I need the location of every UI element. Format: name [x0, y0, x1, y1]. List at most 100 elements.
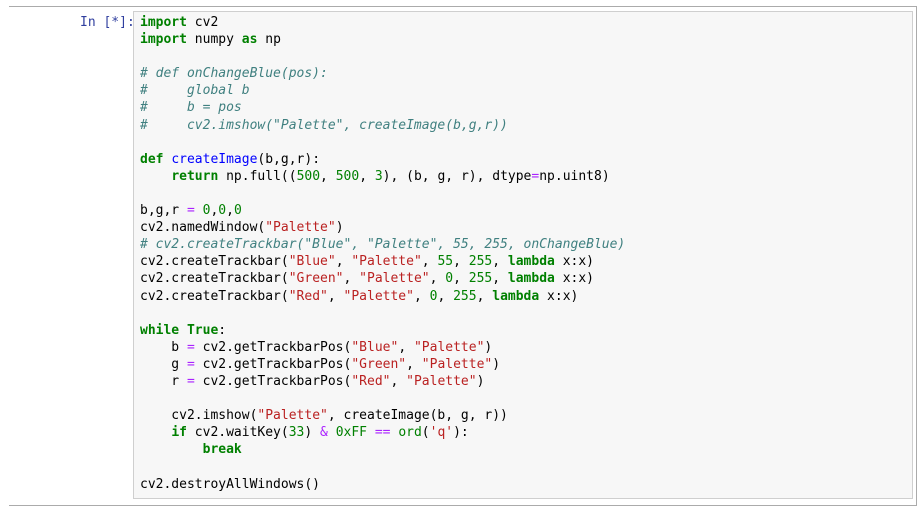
code-line: cv2.createTrackbar("Blue", "Palette", 55…: [140, 253, 625, 270]
code-token: ,: [453, 271, 469, 287]
code-token: "Blue": [288, 254, 336, 270]
code-line: b = cv2.getTrackbarPos("Blue", "Palette"…: [140, 339, 625, 356]
code-token: ,: [492, 254, 508, 270]
code-token: np.full((: [218, 168, 297, 184]
code-token: # cv2.imshow("Palette", createImage(b,g,…: [140, 117, 508, 133]
code-token: ):: [453, 425, 469, 441]
code-token: ): [304, 425, 321, 441]
code-token: ,: [226, 203, 234, 219]
code-token: b,g,r: [140, 203, 187, 219]
code-token: "Palette": [359, 271, 430, 287]
code-token: 0: [218, 203, 227, 219]
code-token: while: [140, 322, 180, 338]
code-token: ,: [390, 373, 407, 389]
code-line: cv2.namedWindow("Palette"): [140, 219, 625, 236]
code-token: 33: [288, 425, 305, 441]
code-line: cv2.imshow("Palette", createImage(b, g, …: [140, 407, 625, 424]
code-token: x:x): [554, 271, 595, 287]
code-token: ,: [327, 288, 344, 304]
code-token: "Palette": [343, 288, 414, 304]
code-token: ): [476, 373, 485, 389]
code-token: "Green": [288, 271, 344, 287]
code-token: ): [335, 220, 344, 236]
code-token: np: [257, 32, 281, 48]
code-token: 500: [335, 168, 360, 184]
code-token: g: [140, 356, 187, 372]
code-token: cv2.destroyAllWindows(): [140, 476, 321, 492]
code-token: # def onChangeBlue(pos):: [140, 66, 328, 82]
code-token: 55: [437, 254, 454, 270]
code-line: if cv2.waitKey(33) & 0xFF == ord('q'):: [140, 424, 625, 441]
code-token: (: [421, 425, 430, 441]
code-token: =: [186, 356, 195, 372]
input-prompt: In [*]:: [80, 15, 135, 30]
code-line: break: [140, 441, 625, 458]
code-line: # b = pos: [140, 99, 625, 116]
code-token: ,: [406, 356, 422, 372]
code-token: 0xFF: [335, 425, 367, 441]
code-token: ,: [492, 271, 508, 287]
code-token: ,: [359, 168, 375, 184]
code-token: # b = pos: [140, 100, 242, 116]
code-token: ,: [453, 254, 469, 270]
code-token: "Palette": [351, 254, 422, 270]
code-line: cv2.createTrackbar("Red", "Palette", 0, …: [140, 288, 625, 305]
code-token: return: [171, 168, 219, 184]
code-token: 255: [453, 288, 477, 304]
code-token: as: [241, 32, 258, 48]
code-token: =: [186, 373, 195, 389]
code-token: break: [202, 442, 242, 458]
code-line: def createImage(b,g,r):: [140, 151, 625, 168]
code-token: ,: [421, 254, 438, 270]
code-line: import numpy as np: [140, 31, 625, 48]
code-line: while True:: [140, 322, 625, 339]
code-token: ord: [398, 425, 422, 441]
code-token: 0: [233, 203, 242, 219]
code-token: import: [140, 32, 187, 48]
code-token: "Palette": [257, 408, 328, 424]
code-token: numpy: [186, 32, 242, 48]
code-token: cv2.createTrackbar(: [140, 288, 289, 304]
code-token: "Palette": [421, 356, 493, 372]
code-token: "Palette": [406, 373, 477, 389]
code-token: cv2.getTrackbarPos(: [194, 373, 352, 389]
code-token: ), (b, g, r), dtype: [382, 168, 532, 184]
code-token: 255: [468, 254, 493, 270]
code-line: cv2.createTrackbar("Green", "Palette", 0…: [140, 270, 625, 287]
code-line: # cv2.createTrackbar("Blue", "Palette", …: [140, 236, 625, 253]
code-token: # cv2.createTrackbar("Blue", "Palette", …: [140, 237, 626, 253]
code-token: ,: [476, 288, 493, 304]
code-token: ,: [437, 288, 454, 304]
code-token: r: [140, 373, 187, 389]
code-token: b: [140, 339, 187, 355]
code-token: np.uint8): [539, 168, 610, 184]
code-token: cv2.namedWindow(: [140, 220, 266, 236]
code-token: 500: [296, 168, 321, 184]
code-token: if: [171, 425, 187, 441]
code-token: "Red": [351, 373, 391, 389]
code-line: # cv2.imshow("Palette", createImage(b,g,…: [140, 117, 625, 134]
code-editor[interactable]: import cv2 import numpy as np # def onCha…: [133, 11, 913, 499]
code-token: cv2.waitKey(: [186, 425, 289, 441]
code-line: r = cv2.getTrackbarPos("Red", "Palette"): [140, 373, 625, 390]
code-token: x:x): [539, 288, 579, 304]
code-token: cv2.createTrackbar(: [140, 271, 289, 287]
code-line: return np.full((500, 500, 3), (b, g, r),…: [140, 168, 625, 185]
code-token: (b,g,r):: [257, 151, 321, 167]
code-line: b,g,r = 0,0,0: [140, 202, 625, 219]
code-token: lambda: [492, 288, 540, 304]
code-token: ,: [343, 271, 360, 287]
code-token: # global b: [140, 83, 250, 99]
code-token: "Palette": [265, 220, 336, 236]
code-token: "Red": [288, 288, 328, 304]
code-token: ,: [429, 271, 446, 287]
code-token: =: [186, 339, 195, 355]
code-token: ==: [374, 425, 391, 441]
code-token: lambda: [507, 254, 555, 270]
